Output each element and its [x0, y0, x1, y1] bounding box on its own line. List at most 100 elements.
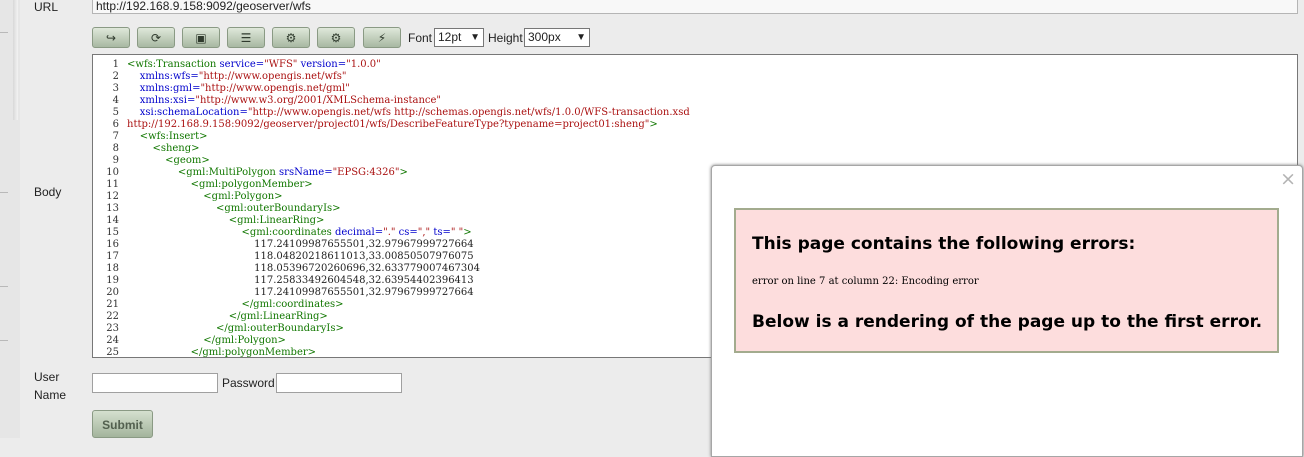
connect-icon: ⚡ — [377, 30, 387, 45]
close-icon[interactable]: × — [1280, 168, 1296, 190]
wrap-icon: ↪ — [105, 30, 117, 45]
code-line: 22 </gml:LinearRing> — [93, 311, 328, 323]
font-size-select[interactable]: 12pt ▼ — [434, 28, 484, 47]
font-label: Font — [408, 31, 433, 45]
error-message: error on line 7 at column 22: Encoding e… — [752, 276, 979, 287]
line-number: 12 — [106, 191, 119, 202]
code-token: srsName= — [279, 167, 333, 178]
height-label: Height — [488, 31, 523, 45]
line-number: 15 — [106, 227, 119, 238]
code-token: <gml:outerBoundaryIs> — [216, 203, 341, 214]
url-input[interactable]: http://192.168.9.158:9092/geoserver/wfs — [92, 0, 1298, 14]
code-token: <wfs:Transaction — [127, 59, 220, 70]
wrap-button[interactable]: ↪ — [92, 27, 130, 48]
password-label: Password — [222, 376, 275, 390]
code-token: xmlns:wfs= — [139, 71, 199, 82]
gear-button[interactable]: ⚙ — [272, 27, 310, 48]
code-line: 6 http://192.168.9.158:9092/geoserver/pro… — [93, 119, 658, 131]
line-number: 22 — [106, 311, 119, 322]
code-token: 118.04820218611013,33.00850507976075 — [254, 251, 474, 262]
line-number: 21 — [106, 299, 119, 310]
code-line: 11 <gml:polygonMember> — [93, 179, 313, 191]
line-number: 4 — [112, 95, 119, 106]
code-line: 24 </gml:Polygon> — [93, 335, 286, 347]
line-number: 11 — [106, 179, 119, 190]
code-line: 2 xmlns:wfs="http://www.opengis.net/wfs" — [93, 71, 347, 83]
code-token: <wfs:Insert> — [139, 131, 208, 142]
code-line: 13 <gml:outerBoundaryIs> — [93, 203, 341, 215]
height-select[interactable]: 300px ▼ — [524, 28, 590, 47]
error-box: This page contains the following errors:… — [734, 208, 1279, 353]
line-number: 5 — [112, 107, 119, 118]
code-line: 9 <geom> — [93, 155, 210, 167]
code-line: 8 <sheng> — [93, 143, 200, 155]
align-button[interactable]: ☰ — [227, 27, 265, 48]
code-token: > — [463, 227, 472, 238]
divider — [0, 340, 8, 341]
code-token: ts= — [430, 227, 451, 238]
code-token: "WFS" — [264, 59, 298, 70]
code-token: 117.24109987655501,32.97967999727664 — [254, 239, 474, 250]
code-token: "http://www.opengis.net/wfs" — [198, 71, 347, 82]
line-number: 6 — [112, 119, 119, 130]
code-token: <gml:polygonMember> — [190, 179, 313, 190]
code-line: 4 xmlns:xsi="http://www.w3.org/2001/XMLS… — [93, 95, 441, 107]
code-line: 15 <gml:coordinates decimal="." cs="," t… — [93, 227, 472, 239]
error-popup: × This page contains the following error… — [711, 165, 1303, 457]
code-token: cs= — [395, 227, 418, 238]
code-token: "EPSG:4326" — [332, 167, 400, 178]
code-token: 117.25833492604548,32.63954402396413 — [254, 275, 474, 286]
user-name-input[interactable] — [92, 373, 218, 393]
font-size-value: 12pt — [438, 30, 462, 44]
code-token: <gml:MultiPolygon — [177, 167, 280, 178]
code-token: 118.05396720260696,32.633779007467304 — [254, 263, 481, 274]
code-token: "http://www.w3.org/2001/XMLSchema-instan… — [195, 95, 442, 106]
code-token: <gml:Polygon> — [203, 191, 283, 202]
code-token: </gml:coordinates> — [241, 299, 344, 310]
left-panel-edge — [0, 0, 20, 438]
line-number: 19 — [106, 275, 119, 286]
code-line: 18 118.05396720260696,32.633779007467304 — [93, 263, 480, 275]
submit-button[interactable]: Submit — [92, 410, 153, 438]
connect-button[interactable]: ⚡ — [363, 27, 401, 48]
code-token: <sheng> — [152, 143, 200, 154]
line-number: 8 — [112, 143, 119, 154]
image-button[interactable]: ▣ — [182, 27, 220, 48]
code-line: 10 <gml:MultiPolygon srsName="EPSG:4326"… — [93, 167, 408, 179]
code-token: "," — [417, 227, 431, 238]
code-line: 16 117.24109987655501,32.97967999727664 — [93, 239, 474, 251]
code-token: <gml:coordinates — [241, 227, 335, 238]
divider — [0, 32, 8, 33]
url-label: URL — [34, 0, 59, 14]
body-label: Body — [34, 185, 62, 199]
line-number: 10 — [106, 167, 119, 178]
code-token: </gml:outerBoundaryIs> — [216, 323, 344, 334]
code-token: </gml:polygonMember> — [190, 347, 317, 358]
line-number: 17 — [106, 251, 119, 262]
code-token: <geom> — [165, 155, 210, 166]
code-line: 1 <wfs:Transaction service="WFS" version=… — [93, 59, 381, 71]
refresh-icon: ⟳ — [150, 30, 162, 45]
code-token: <gml:LinearRing> — [228, 215, 325, 226]
line-number: 16 — [106, 239, 119, 250]
gear-plus-button[interactable]: ⚙ — [317, 27, 355, 48]
code-line: 17 118.04820218611013,33.00850507976075 — [93, 251, 474, 263]
divider — [0, 192, 8, 193]
align-icon: ☰ — [240, 30, 252, 45]
code-token: "." — [383, 227, 396, 238]
code-token: xsi:schemaLocation= — [139, 107, 248, 118]
code-token: " " — [450, 227, 464, 238]
password-input[interactable] — [276, 373, 402, 393]
code-line: 12 <gml:Polygon> — [93, 191, 283, 203]
gear-icon: ⚙ — [285, 30, 297, 45]
image-icon: ▣ — [195, 30, 207, 45]
error-heading: This page contains the following errors: — [752, 234, 1136, 254]
chevron-down-icon: ▼ — [576, 32, 586, 43]
line-number: 23 — [106, 323, 119, 334]
code-token: decimal= — [334, 227, 384, 238]
code-token: 117.24109987655501,32.97967999727664 — [254, 287, 474, 298]
code-line: 14 <gml:LinearRing> — [93, 215, 324, 227]
line-number: 24 — [106, 335, 119, 346]
refresh-button[interactable]: ⟳ — [137, 27, 175, 48]
line-number: 2 — [112, 71, 119, 82]
